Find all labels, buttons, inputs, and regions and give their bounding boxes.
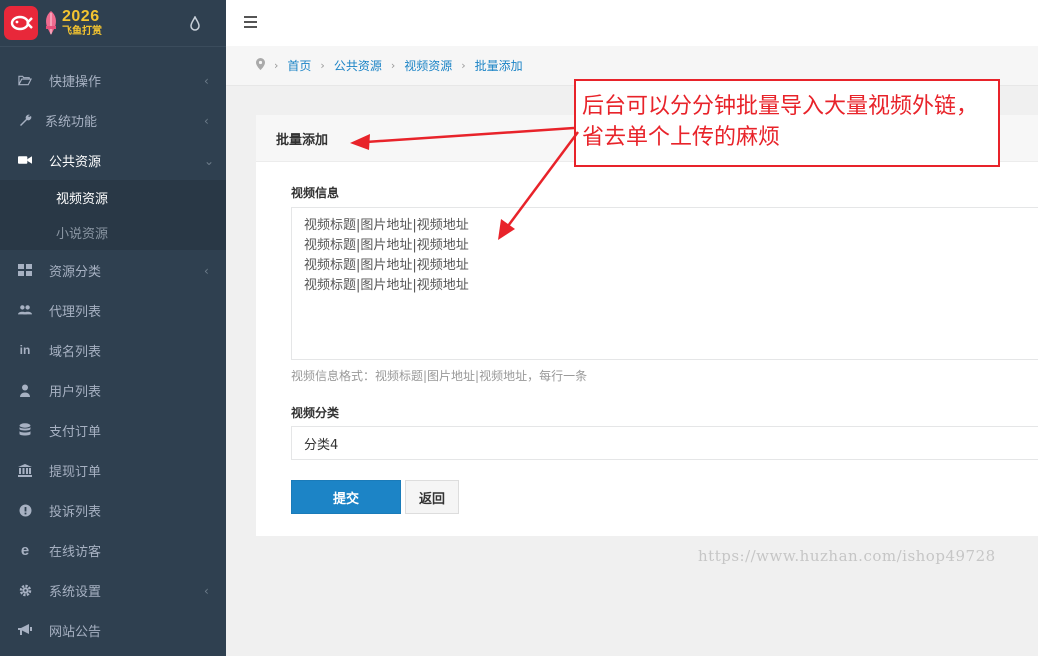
breadcrumb-separator: › bbox=[320, 59, 325, 72]
submit-button[interactable]: 提交 bbox=[291, 480, 401, 514]
sidebar-item-label: 代理列表 bbox=[49, 304, 102, 320]
video-info-help-text: 视频信息格式：视频标题|图片地址|视频地址，每行一条 bbox=[291, 369, 588, 383]
breadcrumb-separator: › bbox=[390, 59, 396, 72]
sidebar-item-withdraw-orders[interactable]: 提现订单 bbox=[0, 450, 226, 490]
breadcrumb-separator: › bbox=[461, 59, 466, 72]
submenu-public-resources: 视频资源 小说资源 bbox=[0, 180, 226, 250]
chevron-left-icon: ‹ bbox=[204, 264, 209, 278]
sidebar-item-system-settings[interactable]: 系统设置 ‹ bbox=[0, 570, 226, 610]
sidebar-item-label: 快捷操作 bbox=[49, 74, 102, 90]
sidebar-item-payment-orders[interactable]: 支付订单 bbox=[0, 410, 226, 450]
menu-toggle-icon[interactable] bbox=[244, 16, 257, 28]
sidebar-item-label: 用户列表 bbox=[49, 384, 102, 400]
sidebar-item-label: 支付订单 bbox=[49, 424, 102, 440]
watermark-text: https://www.huzhan.com/ishop49728 bbox=[698, 547, 996, 565]
linkedin-icon: in bbox=[19, 343, 31, 357]
brand-year: 2026 bbox=[62, 8, 100, 25]
back-button[interactable]: 返回 bbox=[405, 480, 459, 514]
annotation-callout: 后台可以分分钟批量导入大量视频外链， 省去单个上传的麻烦 bbox=[574, 79, 1000, 167]
gem-icon bbox=[43, 9, 59, 37]
sidebar-item-label: 资源分类 bbox=[49, 264, 102, 280]
annotation-line-1: 后台可以分分钟批量导入大量视频外链， bbox=[582, 94, 979, 119]
bank-icon bbox=[18, 463, 32, 477]
sidebar-item-domains[interactable]: in 域名列表 bbox=[0, 330, 226, 370]
users-icon bbox=[18, 303, 32, 317]
sidebar-item-public-resources[interactable]: 公共资源 ⌄ bbox=[0, 140, 226, 180]
video-camera-icon bbox=[18, 153, 32, 167]
sidebar-item-label: 系统设置 bbox=[49, 584, 102, 600]
sidebar-item-label: 域名列表 bbox=[49, 344, 102, 360]
sidebar-item-online-visitors[interactable]: e 在线访客 bbox=[0, 530, 226, 570]
batch-add-panel: 批量添加 视频信息 视频标题|图片地址|视频地址 视频标题|图片地址|视频地址 … bbox=[256, 115, 1038, 536]
sidebar-item-label: 投诉列表 bbox=[49, 504, 102, 520]
video-category-select[interactable]: 分类4 bbox=[291, 426, 1038, 460]
sidebar-item-label: 提现订单 bbox=[49, 464, 102, 480]
submenu-item-novel-resources[interactable]: 小说资源 bbox=[0, 215, 226, 250]
breadcrumb-public-resources[interactable]: 公共资源 bbox=[334, 57, 382, 74]
sidebar-item-complaints[interactable]: 投诉列表 bbox=[0, 490, 226, 530]
sidebar-menu: 快捷操作 ‹ 系统功能 ‹ 公共资源 ⌄ 视频资源 小说资源 资源分类 ‹ 代理… bbox=[0, 60, 226, 650]
exclamation-circle-icon bbox=[18, 503, 32, 517]
grid-icon bbox=[18, 263, 32, 277]
top-navbar bbox=[226, 0, 1038, 46]
bullhorn-icon bbox=[18, 623, 32, 637]
sidebar-item-label: 系统功能 bbox=[45, 114, 98, 130]
submenu-item-video-resources[interactable]: 视频资源 bbox=[0, 180, 226, 215]
chevron-left-icon: ‹ bbox=[204, 114, 209, 128]
video-category-selected: 分类4 bbox=[304, 437, 339, 453]
chevron-down-icon: ⌄ bbox=[204, 154, 215, 168]
sidebar-item-label: 网站公告 bbox=[49, 624, 102, 640]
sidebar: 2026 飞鱼打赏 快捷操作 ‹ 系统功能 ‹ 公共资源 ⌄ 视频资源 小说资源… bbox=[0, 0, 226, 656]
folder-open-icon bbox=[18, 73, 32, 87]
sidebar-item-users[interactable]: 用户列表 bbox=[0, 370, 226, 410]
brand-header: 2026 飞鱼打赏 bbox=[0, 0, 226, 47]
gear-icon bbox=[18, 583, 32, 597]
theme-drop-icon[interactable] bbox=[189, 15, 201, 35]
sidebar-item-agents[interactable]: 代理列表 bbox=[0, 290, 226, 330]
sidebar-item-announcements[interactable]: 网站公告 bbox=[0, 610, 226, 650]
breadcrumb-separator: › bbox=[274, 59, 279, 72]
annotation-line-2: 省去单个上传的麻烦 bbox=[582, 125, 781, 150]
video-info-label: 视频信息 bbox=[291, 186, 340, 200]
brand-name: 飞鱼打赏 bbox=[62, 26, 102, 37]
chevron-left-icon: ‹ bbox=[204, 584, 209, 598]
map-marker-icon bbox=[256, 58, 265, 73]
wrench-icon bbox=[18, 113, 32, 127]
video-category-label: 视频分类 bbox=[291, 406, 340, 420]
sidebar-item-resource-categories[interactable]: 资源分类 ‹ bbox=[0, 250, 226, 290]
breadcrumb-video-resources[interactable]: 视频资源 bbox=[404, 57, 452, 74]
database-icon bbox=[18, 423, 32, 437]
sidebar-item-quick-actions[interactable]: 快捷操作 ‹ bbox=[0, 60, 226, 100]
breadcrumb-batch-add[interactable]: 批量添加 bbox=[475, 57, 523, 74]
brand-text: 2026 飞鱼打赏 bbox=[62, 9, 102, 37]
fish-logo-icon[interactable] bbox=[4, 6, 38, 40]
sidebar-item-system-functions[interactable]: 系统功能 ‹ bbox=[0, 100, 226, 140]
sidebar-item-label: 公共资源 bbox=[49, 154, 102, 170]
breadcrumb-home[interactable]: 首页 bbox=[287, 57, 311, 74]
chevron-left-icon: ‹ bbox=[204, 74, 209, 88]
ie-icon: e bbox=[20, 541, 30, 559]
video-info-textarea[interactable]: 视频标题|图片地址|视频地址 视频标题|图片地址|视频地址 视频标题|图片地址|… bbox=[291, 207, 1038, 360]
user-icon bbox=[18, 383, 32, 397]
sidebar-item-label: 在线访客 bbox=[49, 544, 102, 560]
